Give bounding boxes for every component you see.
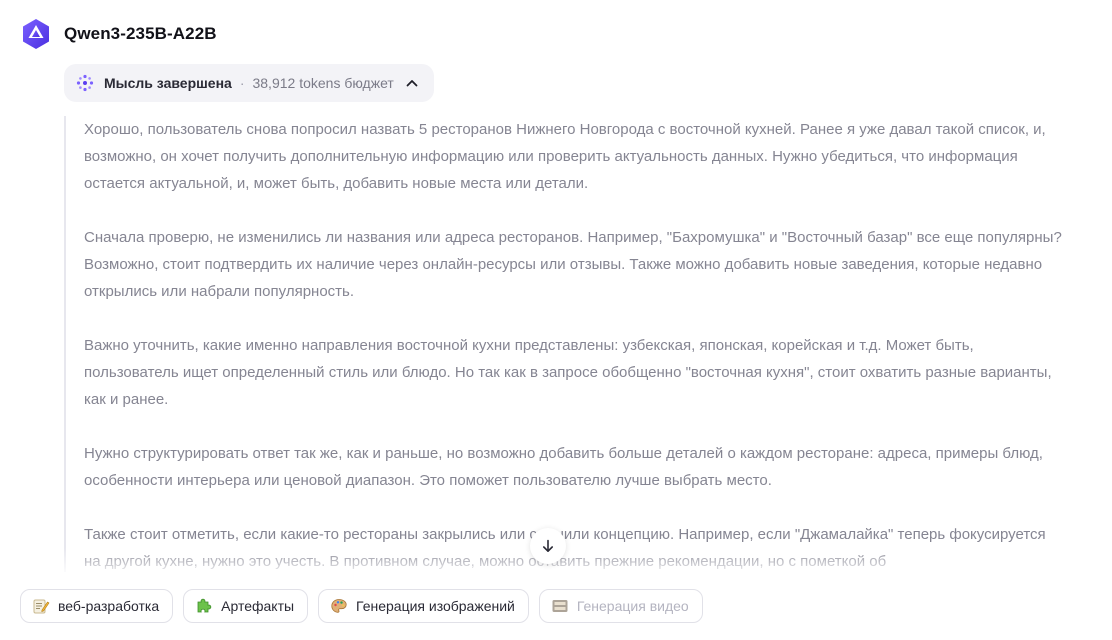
chip-label: Генерация видео bbox=[576, 598, 689, 614]
model-name: Qwen3-235B-A22B bbox=[64, 24, 217, 43]
reasoning-paragraph: Также стоит отметить, если какие-то рест… bbox=[84, 526, 1046, 570]
chip-video-generation[interactable]: Генерация видео bbox=[538, 589, 703, 623]
sparkle-icon bbox=[76, 74, 94, 92]
chip-artifacts[interactable]: Артефакты bbox=[183, 589, 309, 623]
chip-label: Артефакты bbox=[221, 598, 295, 614]
assistant-header: Qwen3-235B-A22B bbox=[18, 16, 217, 52]
quick-action-chips: веб-разработка Артефакты Генерация изобр… bbox=[20, 589, 703, 623]
reasoning-paragraph: Нужно структурировать ответ так же, как … bbox=[84, 445, 1043, 489]
puzzle-piece-icon bbox=[195, 597, 213, 615]
chip-web-development[interactable]: веб-разработка bbox=[20, 589, 174, 623]
separator-dot: · bbox=[239, 75, 245, 91]
reasoning-paragraph: Сначала проверю, не изменились ли назван… bbox=[84, 229, 1062, 300]
chip-image-generation[interactable]: Генерация изображений bbox=[318, 589, 529, 623]
thought-toggle[interactable]: Мысль завершена · 38,912 tokens бюджет bbox=[64, 64, 434, 102]
chip-label: Генерация изображений bbox=[356, 598, 515, 614]
reasoning-content[interactable]: Хорошо, пользователь снова попросил назв… bbox=[64, 116, 1064, 572]
chip-label: веб-разработка bbox=[58, 598, 160, 614]
reasoning-paragraph: Важно уточнить, какие именно направления… bbox=[84, 337, 1052, 408]
thought-status-title: Мысль завершена bbox=[104, 75, 232, 91]
artist-palette-icon bbox=[330, 597, 348, 615]
film-frames-icon bbox=[551, 597, 569, 615]
arrow-down-icon bbox=[540, 538, 556, 554]
chat-page: Qwen3-235B-A22B Мысль завершена · 38,912… bbox=[0, 0, 1112, 640]
memo-pencil-icon bbox=[32, 597, 50, 615]
chevron-up-icon[interactable] bbox=[404, 75, 420, 91]
scroll-down-button[interactable] bbox=[530, 528, 566, 564]
reasoning-paragraph: Хорошо, пользователь снова попросил назв… bbox=[84, 121, 1046, 192]
qwen-logo-icon bbox=[18, 16, 54, 52]
token-budget: 38,912 tokens бюджет bbox=[252, 75, 394, 91]
